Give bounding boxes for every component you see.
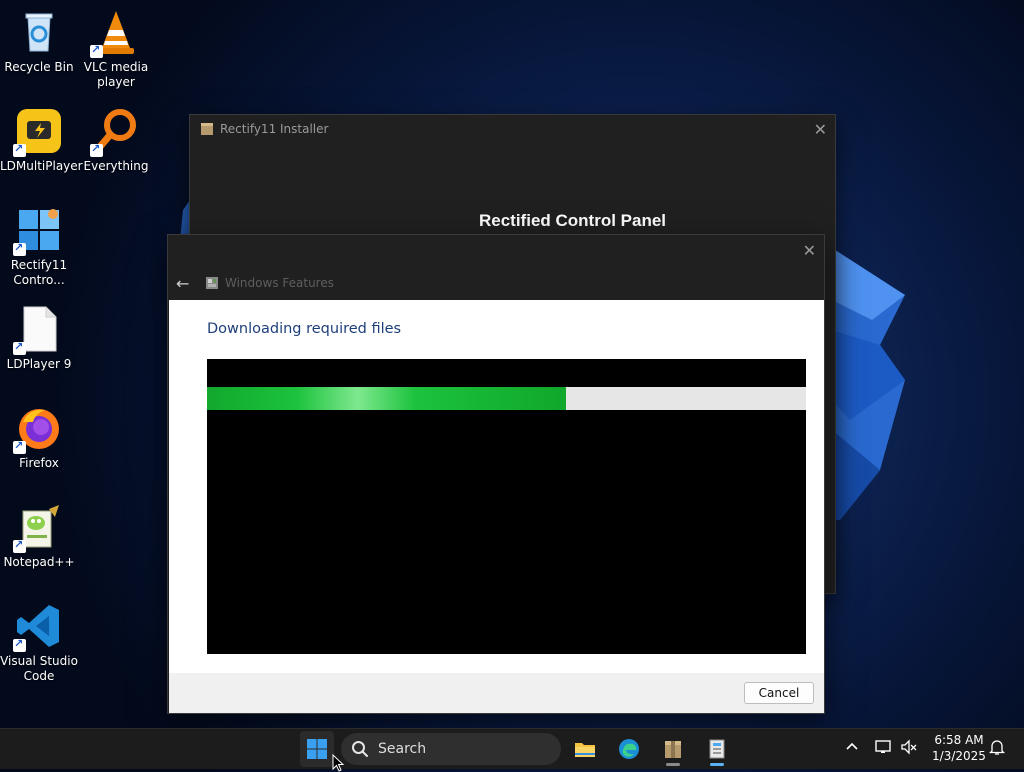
desktop-icon-label: LDPlayer 9 (6, 357, 72, 371)
desktop-icon-ldmultiplayer[interactable]: LDMultiPlayer (0, 107, 83, 174)
windows-logo-icon (307, 739, 327, 759)
desktop-icon-firefox[interactable]: Firefox (0, 404, 78, 471)
running-indicator (666, 763, 680, 766)
desktop-icon-vlc[interactable]: VLC media player (77, 8, 155, 90)
taskbar-edge[interactable] (614, 735, 644, 763)
desktop-icon-recycle-bin[interactable]: Recycle Bin (0, 8, 78, 75)
taskbar-file-explorer[interactable] (570, 735, 600, 763)
desktop-icon-label: LDMultiPlayer (0, 159, 83, 173)
control-panel-icon (709, 739, 725, 759)
dialog-title: Windows Features (225, 276, 334, 290)
clock-date: 1/3/2025 (932, 749, 986, 763)
cancel-button[interactable]: Cancel (744, 682, 814, 704)
desktop-icon-ldplayer9[interactable]: LDPlayer 9 (0, 305, 78, 372)
start-button[interactable] (300, 731, 334, 767)
close-icon[interactable]: ✕ (814, 120, 827, 139)
console-output-area (207, 359, 806, 654)
search-icon (352, 741, 368, 757)
vscode-icon (13, 602, 63, 652)
windows-features-icon (206, 277, 218, 289)
taskbar: Search 6:58 AM 1/3/2025 (0, 728, 1024, 769)
network-icon[interactable] (874, 738, 892, 759)
dialog-nav-bar: ← Windows Features (168, 267, 824, 299)
desktop-icon-label: Firefox (19, 456, 59, 470)
desktop-icon-everything[interactable]: Everything (77, 107, 155, 174)
installer-titlebar[interactable]: Rectify11 Installer (190, 115, 835, 143)
notepadpp-icon (13, 503, 63, 553)
desktop-icon-label: Everything (83, 159, 149, 173)
desktop-icon-label: Recycle Bin (4, 60, 74, 74)
rectify11-control-icon (13, 206, 63, 256)
download-progress-bar (207, 387, 806, 410)
installer-title: Rectify11 Installer (220, 122, 329, 136)
desktop-icon-label: Notepad++ (3, 555, 75, 569)
desktop-icon-rectify11-control[interactable]: Rectify11 Contro... (0, 206, 78, 288)
firefox-icon (13, 404, 63, 454)
installer-heading: Rectified Control Panel (478, 211, 667, 230)
vlc-icon (90, 8, 140, 58)
back-arrow-icon[interactable]: ← (176, 274, 196, 293)
search-placeholder: Search (378, 741, 427, 757)
taskbar-rectify11-installer[interactable] (658, 735, 688, 766)
ldplayer-file-icon (13, 305, 63, 355)
taskbar-rectify11-control[interactable] (702, 735, 732, 766)
everything-search-icon (90, 107, 140, 157)
show-hidden-icons-chevron-up-icon[interactable] (845, 739, 859, 756)
desktop-icon-vscode[interactable]: Visual Studio Code (0, 602, 78, 684)
download-status-text: Downloading required files (207, 321, 402, 337)
volume-muted-icon[interactable] (900, 738, 918, 759)
dialog-content: Downloading required files (169, 300, 824, 673)
clock-time: 6:58 AM (934, 733, 984, 747)
taskbar-clock[interactable]: 6:58 AM 1/3/2025 (928, 732, 990, 764)
ldmultiplayer-icon (13, 107, 63, 157)
active-indicator (710, 763, 724, 766)
desktop-icon-label: VLC media player (83, 60, 149, 89)
notification-bell-icon[interactable] (988, 738, 1006, 759)
desktop-icon-label: Rectify11 Contro... (10, 258, 68, 287)
desktop-icon-notepadpp[interactable]: Notepad++ (0, 503, 78, 570)
windows-features-dialog[interactable]: ✕ ← Windows Features Downloading require… (167, 234, 825, 714)
edge-icon (619, 739, 639, 759)
rectify11-installer-icon (665, 741, 681, 758)
progress-fill (207, 387, 567, 410)
file-explorer-icon (575, 743, 595, 757)
close-icon[interactable]: ✕ (803, 241, 816, 260)
recycle-bin-icon (15, 8, 63, 56)
desktop-icon-label: Visual Studio Code (0, 654, 78, 683)
taskbar-search-box[interactable]: Search (341, 733, 561, 765)
dialog-footer: Cancel (169, 673, 824, 713)
installer-box-icon (201, 123, 213, 135)
mouse-cursor-icon (332, 754, 344, 772)
